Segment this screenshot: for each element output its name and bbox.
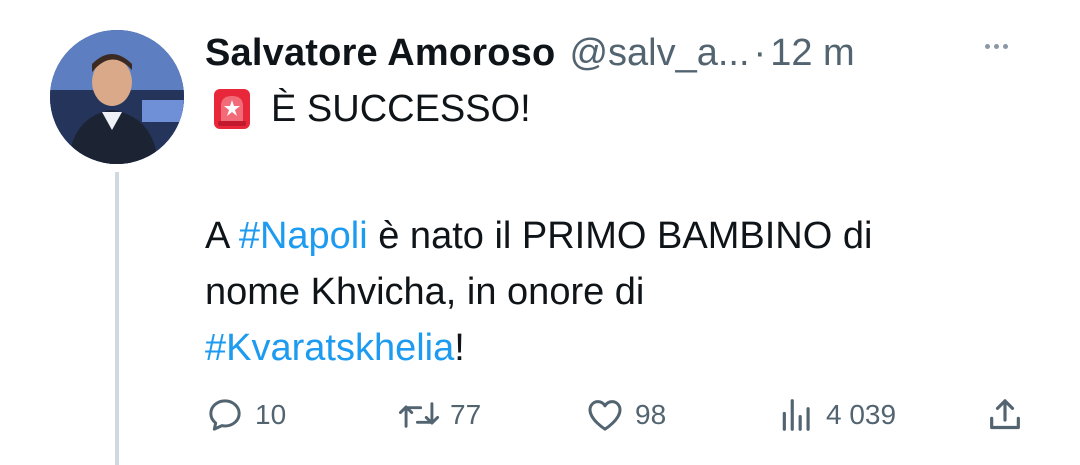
author-handle[interactable]: @salv_a... (569, 30, 749, 76)
views-icon (782, 399, 810, 431)
tweet-headline: È SUCCESSO! (271, 88, 531, 130)
heart-icon (588, 400, 622, 431)
avatar[interactable] (50, 30, 184, 164)
reply-button[interactable]: 10 (205, 393, 286, 437)
body-mid: è nato il PRIMO BAMBINO di (367, 215, 873, 257)
hashtag-napoli[interactable]: #Napoli (239, 215, 368, 257)
timestamp[interactable]: 12 m (770, 30, 854, 76)
retweet-icon (398, 402, 440, 428)
author-name[interactable]: Salvatore Amoroso (205, 30, 555, 76)
share-button[interactable] (985, 393, 1025, 437)
tweet-header: Salvatore Amoroso @salv_a... · 12 m (205, 30, 855, 76)
tweet-body: A #Napoli è nato il PRIMO BAMBINO di nom… (205, 208, 872, 376)
reply-count: 10 (255, 399, 287, 430)
body-suffix: ! (454, 327, 465, 369)
hashtag-kvaratskhelia[interactable]: #Kvaratskhelia (205, 327, 454, 369)
tweet-body-line-3: #Kvaratskhelia! (205, 320, 872, 376)
like-count: 98 (635, 399, 667, 430)
rotating-light-icon (214, 89, 250, 129)
tweet-first-line: È SUCCESSO! (213, 86, 531, 132)
like-button[interactable]: 98 (585, 393, 666, 437)
tweet-body-line-1: A #Napoli è nato il PRIMO BAMBINO di (205, 208, 872, 264)
action-bar: 10 77 98 4 039 (0, 393, 1080, 437)
share-icon (990, 399, 1020, 430)
retweet-button[interactable]: 77 (398, 393, 481, 437)
reply-icon (209, 399, 241, 431)
view-count: 4 039 (826, 399, 897, 430)
time-separator: · (753, 32, 767, 74)
avatar-photo (50, 30, 184, 164)
body-prefix: A (205, 215, 239, 257)
retweet-count: 77 (450, 399, 482, 430)
views-button[interactable]: 4 039 (778, 393, 896, 437)
tweet-body-line-2: nome Khvicha, in onore di (205, 271, 645, 313)
more-icon[interactable] (985, 44, 1008, 49)
